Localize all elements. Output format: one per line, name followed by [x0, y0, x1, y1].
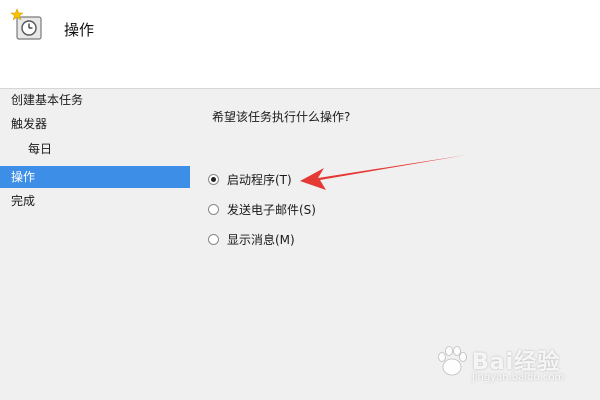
step-finish[interactable]: 完成 [0, 190, 190, 212]
page-title: 操作 [64, 21, 95, 39]
radio-show-message[interactable] [208, 233, 219, 245]
wizard-header: 操作 [0, 0, 600, 88]
paw-logo-icon [438, 346, 467, 376]
option-send-email[interactable]: 发送电子邮件(S) [208, 199, 316, 219]
option-show-message[interactable]: 显示消息(M) [208, 229, 295, 249]
watermark: Bai经验 jingyan.baidu.com [432, 340, 592, 390]
option-start-program[interactable]: 启动程序(T) [208, 169, 292, 189]
step-daily[interactable]: 每日 [0, 138, 190, 160]
radio-send-email[interactable] [208, 203, 219, 215]
option-start-program-label: 启动程序(T) [227, 172, 292, 187]
option-send-email-label: 发送电子邮件(S) [227, 202, 316, 217]
wizard-step-list: 创建基本任务 触发器 每日 操作 完成 [0, 89, 194, 400]
radio-start-program[interactable] [208, 173, 219, 185]
option-show-message-label: 显示消息(M) [227, 232, 295, 247]
task-clock-icon [10, 8, 42, 40]
action-question: 希望该任务执行什么操作? [212, 110, 351, 124]
step-action[interactable]: 操作 [0, 166, 190, 188]
step-trigger[interactable]: 触发器 [0, 113, 190, 135]
watermark-url: jingyan.baidu.com [472, 372, 565, 383]
step-create-basic-task[interactable]: 创建基本任务 [0, 89, 190, 111]
